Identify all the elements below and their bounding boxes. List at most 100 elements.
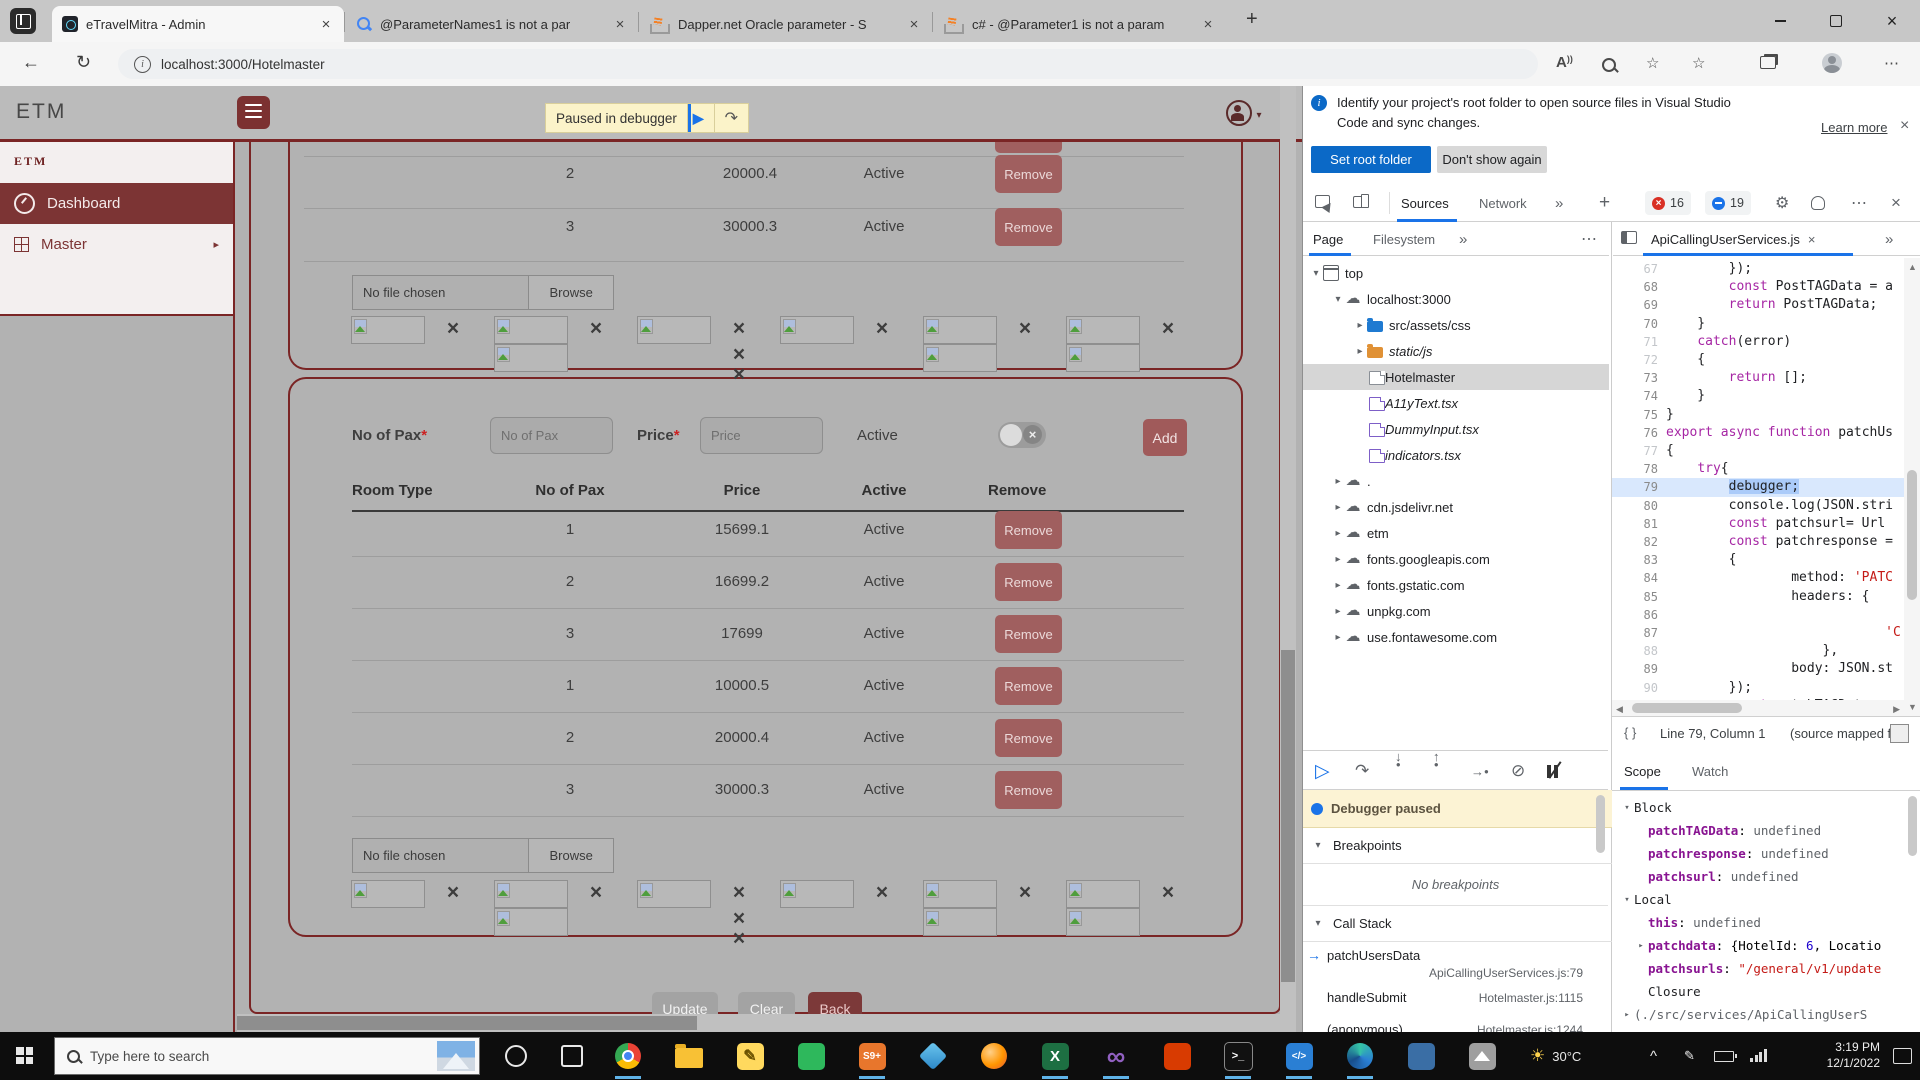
tree-item-use-fontawesome-com[interactable]: ▸☁use.fontawesome.com (1303, 624, 1609, 650)
scope-entry[interactable]: Closure (1612, 980, 1920, 1003)
line-number[interactable]: 70 (1612, 315, 1666, 333)
tree-item-hotelmaster[interactable]: Hotelmaster (1303, 364, 1609, 390)
toggle-navigator-icon[interactable] (1621, 231, 1637, 244)
scope-entry[interactable]: ▸(./src/services/ApiCallingUserS (1612, 1003, 1910, 1026)
price-input[interactable] (700, 417, 823, 454)
people-icon[interactable] (1811, 196, 1825, 210)
tree-item-etm[interactable]: ▸☁etm (1303, 520, 1609, 546)
step-into-icon[interactable]: ↓● (1395, 753, 1402, 789)
learn-more-link[interactable]: Learn more (1821, 120, 1887, 135)
maximize-button[interactable] (1808, 0, 1864, 42)
scope-scrollbar-thumb[interactable] (1908, 796, 1917, 856)
device-toolbar-icon[interactable] (1353, 196, 1367, 208)
visual-studio-icon[interactable]: ∞ (1092, 1032, 1140, 1080)
tab-actions-icon[interactable] (10, 8, 36, 34)
menu-toggle-button[interactable] (237, 96, 270, 129)
remove-image-icon[interactable]: × (733, 881, 745, 905)
line-number[interactable]: 72 (1612, 351, 1666, 369)
tree-item-src-assets-css[interactable]: ▸src/assets/css (1303, 312, 1609, 338)
favorites-add-icon[interactable]: ☆ (1646, 54, 1659, 72)
favorites-icon[interactable]: ☆ (1692, 54, 1705, 72)
cortana-icon[interactable] (492, 1032, 540, 1080)
clock[interactable]: 3:19 PM 12/1/2022 (1827, 1039, 1880, 1071)
vscode-icon[interactable]: </> (1275, 1032, 1323, 1080)
call-stack-section-header[interactable]: ▾ Call Stack (1303, 905, 1616, 942)
tab-close-icon[interactable]: × (1200, 16, 1216, 33)
scope-entry[interactable]: patchTAGData: undefined (1612, 819, 1920, 842)
remove-image-icon[interactable]: × (447, 881, 459, 905)
line-number[interactable]: 84 (1612, 569, 1666, 587)
inspect-icon[interactable] (1315, 195, 1330, 208)
minimize-button[interactable] (1752, 0, 1808, 42)
weather-widget[interactable]: ☀ 30°C (1530, 1032, 1581, 1080)
line-number[interactable]: 79 (1612, 478, 1666, 496)
remove-image-icon[interactable]: × (733, 317, 745, 341)
editor-vertical-scrollbar[interactable]: ▲ ▼ (1904, 258, 1920, 716)
tray-chevron-icon[interactable]: ^ (1650, 1032, 1657, 1080)
pause-on-exceptions-icon[interactable] (1547, 753, 1558, 789)
line-number[interactable]: 89 (1612, 660, 1666, 678)
browser-tab[interactable]: @ParameterNames1 is not a par× (346, 6, 638, 42)
line-number[interactable]: 83 (1612, 551, 1666, 569)
remove-button[interactable]: Remove (995, 667, 1062, 705)
scope-entry[interactable]: ▾Block (1612, 796, 1910, 819)
browse-button[interactable]: Browse (529, 275, 614, 310)
add-button[interactable]: Add (1143, 419, 1187, 456)
battery-icon[interactable] (1714, 1032, 1734, 1080)
pax-input[interactable] (490, 417, 613, 454)
editor-tab[interactable]: ApiCallingUserServices.js × (1651, 222, 1815, 256)
remove-button[interactable]: Remove (995, 615, 1062, 653)
line-number[interactable]: 78 (1612, 460, 1666, 478)
new-tab-button[interactable]: + (1246, 8, 1258, 31)
back-icon[interactable]: ← (22, 52, 40, 73)
remove-image-icon[interactable]: × (733, 363, 745, 387)
tree-item-localhost-3000[interactable]: ▾☁localhost:3000 (1303, 286, 1609, 312)
green-app-icon[interactable] (787, 1032, 835, 1080)
editor-hscroll-thumb[interactable] (1632, 703, 1742, 713)
browser-menu-icon[interactable]: ⋯ (1884, 54, 1899, 72)
scope-entry[interactable]: patchsurls: "/general/v1/update (1612, 957, 1920, 980)
line-number[interactable]: 80 (1612, 497, 1666, 515)
read-aloud-icon[interactable]: A)) (1556, 54, 1573, 71)
remove-image-icon[interactable]: × (1019, 317, 1031, 341)
browser-tab[interactable]: c# - @Parameter1 is not a param× (934, 6, 1226, 42)
tree-item-indicators-tsx[interactable]: indicators.tsx (1303, 442, 1609, 468)
notes-app-icon[interactable]: ✎ (726, 1032, 774, 1080)
photos-app-icon[interactable] (1458, 1032, 1506, 1080)
devtools-menu-icon[interactable]: ⋯ (1851, 184, 1867, 222)
site-info-icon[interactable]: i (134, 56, 151, 73)
dont-show-again-button[interactable]: Don't show again (1437, 146, 1547, 173)
resume-icon[interactable]: ▷ (1315, 753, 1330, 789)
tab-close-icon[interactable]: × (318, 16, 334, 33)
tree-item-fonts-googleapis-com[interactable]: ▸☁fonts.googleapis.com (1303, 546, 1609, 572)
page-horizontal-scroll-thumb[interactable] (237, 1016, 697, 1030)
remove-button[interactable]: Remove (995, 771, 1062, 809)
remove-image-icon[interactable]: × (447, 317, 459, 341)
scroll-down-icon[interactable]: ▼ (1908, 702, 1917, 712)
red-app-icon[interactable] (1153, 1032, 1201, 1080)
step-over-banner-icon[interactable]: ↷ (715, 104, 748, 132)
tree-item-dummyinput-tsx[interactable]: DummyInput.tsx (1303, 416, 1609, 442)
editor-more-tabs-icon[interactable]: » (1885, 222, 1893, 256)
remove-button[interactable]: Remove (995, 719, 1062, 757)
devtools-close-icon[interactable]: × (1891, 184, 1901, 222)
step-icon[interactable]: →● (1471, 753, 1489, 789)
line-number[interactable]: 77 (1612, 442, 1666, 460)
scope-entry[interactable]: this: undefined (1612, 911, 1920, 934)
format-code-icon[interactable]: { } (1624, 725, 1636, 740)
add-panel-icon[interactable]: + (1599, 184, 1610, 222)
edge-icon[interactable] (1336, 1032, 1384, 1080)
line-number[interactable]: 87 (1612, 624, 1666, 642)
line-number[interactable]: 85 (1612, 588, 1666, 606)
start-button[interactable] (16, 1047, 33, 1064)
page-vertical-scroll-thumb[interactable] (1281, 650, 1295, 982)
debug-scrollbar-thumb[interactable] (1596, 795, 1605, 853)
browser-tab[interactable]: eTravelMitra - Admin× (52, 6, 344, 42)
tab-page[interactable]: Page (1313, 222, 1343, 256)
task-view-icon[interactable] (548, 1032, 596, 1080)
tree-item-cdn-jsdelivr-net[interactable]: ▸☁cdn.jsdelivr.net (1303, 494, 1609, 520)
line-number[interactable]: 74 (1612, 387, 1666, 405)
remove-image-icon[interactable]: × (590, 881, 602, 905)
line-number[interactable]: 76 (1612, 424, 1666, 442)
issues-count-badge[interactable]: 19 (1705, 191, 1751, 215)
